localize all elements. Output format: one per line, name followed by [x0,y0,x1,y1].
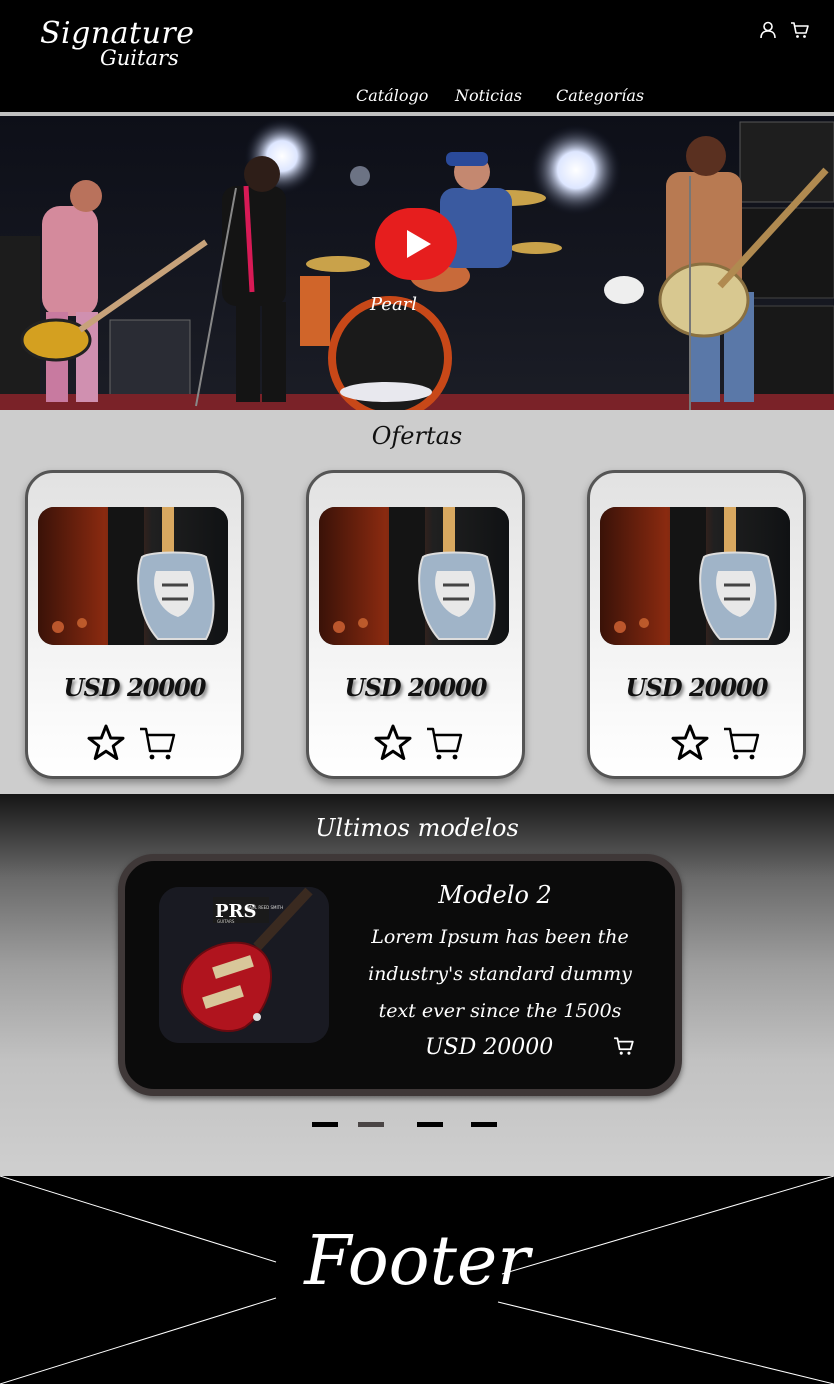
product-price: USD 20000 [344,673,488,702]
site-footer: Footer [0,1176,834,1384]
slide-model-name: Modelo 2 [438,881,552,909]
carousel-dot-active[interactable] [358,1122,384,1127]
star-icon[interactable] [86,723,126,763]
guitar-image[interactable] [600,507,790,645]
nav-categorias[interactable]: Categorías [556,86,644,105]
ultimos-modelos-section: Ultimos modelos PRS PAUL REED SMITH GUIT… [0,794,834,1176]
slide-description: Lorem Ipsum has been the industry's stan… [368,926,632,1022]
user-icon[interactable] [758,20,778,40]
guitar-image[interactable] [319,507,509,645]
cart-icon[interactable] [613,1035,635,1057]
hero-video[interactable]: Pearl [0,116,834,410]
product-price: USD 20000 [625,673,769,702]
product-price: USD 20000 [63,673,207,702]
carousel-dot[interactable] [471,1122,497,1127]
nav-catalogo[interactable]: Catálogo [356,86,428,105]
prs-logo-sub: PAUL REED SMITH [247,905,283,910]
star-icon[interactable] [670,723,710,763]
logo-line-2[interactable]: Guitars [100,46,179,70]
site-header: Signature Guitars Catálogo Noticias Cate… [0,0,834,116]
cart-icon[interactable] [425,723,465,763]
prs-logo-sub2: GUITARS [217,919,235,924]
carousel-dot[interactable] [417,1122,443,1127]
star-icon[interactable] [373,723,413,763]
slide-price: USD 20000 [425,1035,554,1060]
cart-icon[interactable] [722,723,762,763]
cart-icon[interactable] [138,723,178,763]
product-card[interactable]: USD 20000 [306,470,525,779]
guitar-image[interactable] [38,507,228,645]
ultimos-title: Ultimos modelos [315,814,519,842]
ofertas-title: Ofertas [371,422,463,450]
cart-icon[interactable] [790,20,810,40]
prs-guitar-image[interactable]: PRS PAUL REED SMITH GUITARS [159,887,329,1043]
carousel-dot[interactable] [312,1122,338,1127]
nav-noticias[interactable]: Noticias [455,86,522,105]
ofertas-section: Ofertas USD 20000 USD 20000 USD 20000 [0,410,834,794]
play-button[interactable] [375,208,457,280]
footer-title: Footer [304,1222,530,1301]
carousel-slide[interactable]: PRS PAUL REED SMITH GUITARS Modelo 2 Lor… [118,854,682,1096]
product-card[interactable]: USD 20000 [25,470,244,779]
svg-text:Pearl: Pearl [369,294,417,315]
product-card[interactable]: USD 20000 [587,470,806,779]
